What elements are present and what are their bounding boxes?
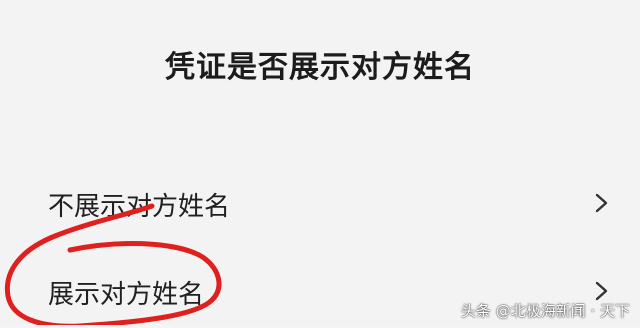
sheet-title: 凭证是否展示对方姓名 (165, 50, 475, 85)
chevron-right-icon (595, 281, 608, 301)
chevron-right-icon (595, 193, 608, 213)
option-hide-name-label: 不展示对方姓名 (48, 192, 231, 222)
name-display-sheet: 凭证是否展示对方姓名 不展示对方姓名 展示对方姓名 (0, 0, 640, 325)
option-show-name-label: 展示对方姓名 (48, 280, 205, 310)
watermark-text: 头条 @北极海新闻 · 天下 (460, 302, 630, 320)
option-hide-name[interactable]: 不展示对方姓名 (0, 170, 640, 240)
